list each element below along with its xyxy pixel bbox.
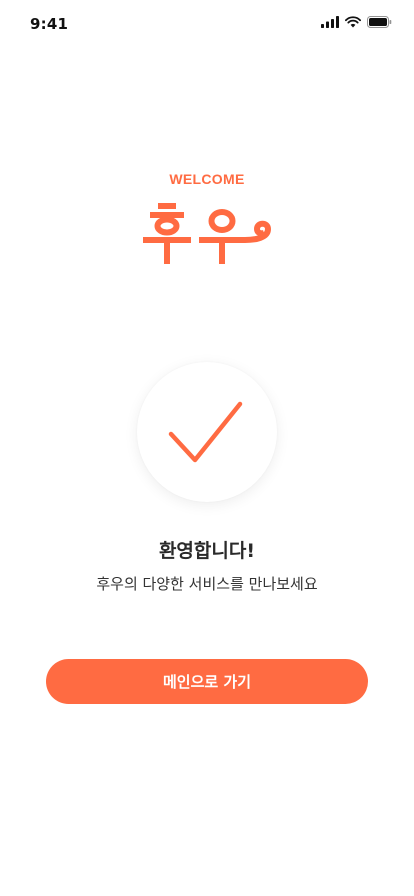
success-indicator [137,362,277,502]
battery-icon [367,16,392,28]
signal-icon [321,16,339,28]
wifi-icon [345,16,361,28]
status-icons [321,15,392,29]
status-time: 9:41 [30,15,69,33]
welcome-subtitle: 후우의 다양한 서비스를 만나보세요 [96,575,318,593]
checkmark-icon [168,401,243,463]
welcome-title: 환영합니다! [158,540,256,562]
brand-logo [143,203,272,267]
status-bar: 9:41 [0,0,414,46]
brand-logo-mark [143,203,272,264]
go-main-button[interactable]: 메인으로 가기 [46,659,368,704]
welcome-label: WELCOME [169,171,245,187]
